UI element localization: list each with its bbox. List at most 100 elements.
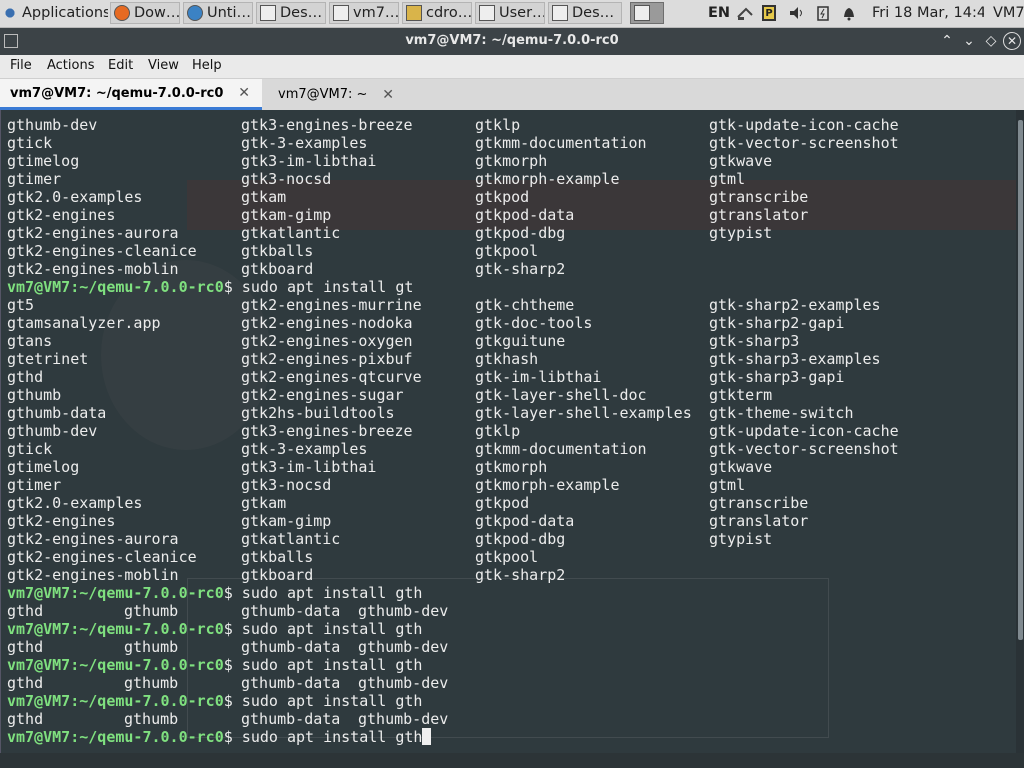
package-name: gtk2-engines-nodoka <box>241 314 413 332</box>
minimize-icon[interactable]: ⌄ <box>960 32 978 50</box>
package-name: gtk2-engines <box>7 206 116 224</box>
package-name: gtkpool <box>475 242 539 260</box>
package-name: gtk-vector-screenshot <box>709 134 899 152</box>
output-line: gtimer gtk3-nocsd gtkmorph-example gtml <box>7 476 745 494</box>
taskbar-button[interactable]: Des… <box>256 2 326 24</box>
package-name: gtkatlantic <box>241 224 341 242</box>
taskbar-button-label: Unti… <box>207 5 252 21</box>
package-name: gthd <box>7 674 44 692</box>
volume-icon[interactable] <box>788 2 808 24</box>
package-name: gtk2-engines-aurora <box>7 530 179 548</box>
terminal-scrollbar[interactable] <box>1016 110 1024 753</box>
battery-icon[interactable] <box>814 2 834 24</box>
output-line: gthumb-data gtk2hs-buildtools gtk-layer-sh… <box>7 404 854 422</box>
output-line: gtimer gtk3-nocsd gtkmorph-example gtml <box>7 170 745 188</box>
package-name: gtetrinet <box>7 350 89 368</box>
shade-icon[interactable]: ◇ <box>982 32 1000 50</box>
package-name: gtkpod <box>475 494 530 512</box>
clock[interactable]: Fri 18 Mar, 14:45 <box>872 2 984 24</box>
taskbar-button[interactable]: Des… <box>548 2 622 24</box>
globe-icon <box>187 5 203 21</box>
taskbar-button[interactable]: Dow… <box>110 2 180 24</box>
package-name: gtranscribe <box>709 188 809 206</box>
prompt-line: vm7@VM7:~/qemu-7.0.0-rc0$ sudo apt insta… <box>7 584 431 602</box>
package-name: gtkpod-dbg <box>475 224 566 242</box>
tab-qemu[interactable]: vm7@VM7: ~/qemu-7.0.0-rc0 ✕ <box>0 79 262 110</box>
package-name: gtkpod-data <box>475 512 575 530</box>
output-line: gtk2-engines-aurora gtkatlantic gtkpod-dbg… <box>7 530 772 548</box>
maximize-up-icon[interactable]: ⌃ <box>938 32 956 50</box>
taskbar-button[interactable]: User… <box>475 2 545 24</box>
package-name: gtk2.0-examples <box>7 494 143 512</box>
package-name: gtk-sharp3 <box>709 332 800 350</box>
package-name: gtk2-engines-sugar <box>241 386 404 404</box>
package-name: gtml <box>709 170 746 188</box>
command-text: $ sudo apt install gt <box>223 278 414 296</box>
terminal-view[interactable]: gthumb-dev gtk3-engines-breeze gtklp gtk-up… <box>0 110 1023 753</box>
applications-menu[interactable]: Applications <box>2 2 108 24</box>
prompt-line: vm7@VM7:~/qemu-7.0.0-rc0$ sudo apt insta… <box>7 692 431 710</box>
package-name: gtk-sharp2-examples <box>709 296 881 314</box>
taskbar-button[interactable]: Unti… <box>183 2 253 24</box>
window-icon <box>260 5 276 21</box>
output-line: gthumb-dev gtk3-engines-breeze gtklp gtk-up… <box>7 422 899 440</box>
output-line: gtimelog gtk3-im-libthai gtkmorph gtkwave <box>7 152 772 170</box>
taskbar-button[interactable] <box>630 2 664 24</box>
package-name: gtkam <box>241 188 287 206</box>
menu-edit[interactable]: Edit <box>108 58 133 73</box>
package-name: gtans <box>7 332 53 350</box>
taskbar-button[interactable]: cdro… <box>402 2 472 24</box>
package-name: gtkmm-documentation <box>475 440 647 458</box>
package-name: gtk-3-examples <box>241 440 368 458</box>
package-name: gtypist <box>709 224 773 242</box>
prompt-line: vm7@VM7:~/qemu-7.0.0-rc0$ sudo apt insta… <box>7 728 432 746</box>
scrollbar-thumb[interactable] <box>1018 120 1023 640</box>
package-name: gt5 <box>7 296 35 314</box>
package-name: gthd <box>7 638 44 656</box>
package-name: gtick <box>7 440 53 458</box>
user-menu[interactable]: VM7 <box>993 2 1024 24</box>
package-name: gthumb <box>124 638 179 656</box>
prompt-line: vm7@VM7:~/qemu-7.0.0-rc0$ sudo apt insta… <box>7 278 431 296</box>
tab-label: vm7@VM7: ~/qemu-7.0.0-rc0 <box>10 85 224 101</box>
menu-help[interactable]: Help <box>192 58 222 73</box>
menu-view[interactable]: View <box>148 58 179 73</box>
close-tab-icon[interactable]: ✕ <box>238 85 250 101</box>
package-name: gtkboard <box>241 566 314 584</box>
shell-prompt: vm7@VM7:~/qemu-7.0.0-rc0 <box>7 728 224 746</box>
package-name: gtk-update-icon-cache <box>709 422 899 440</box>
package-name: gthumb-data <box>241 602 341 620</box>
tab-home[interactable]: vm7@VM7: ~ ✕ <box>268 79 406 110</box>
network-icon[interactable] <box>736 2 756 24</box>
output-line: gthumb-dev gtk3-engines-breeze gtklp gtk-up… <box>7 116 899 134</box>
package-name: gtkmorph <box>475 458 548 476</box>
keyboard-layout[interactable]: EN <box>708 2 732 24</box>
taskbar-button[interactable]: vm7… <box>329 2 399 24</box>
output-line: gtk2-engines-cleanice gtkballs gtkpool <box>7 242 538 260</box>
package-name: gtkwave <box>709 152 773 170</box>
taskbar-button-label: Des… <box>572 5 615 21</box>
notification-bell-icon[interactable] <box>840 2 860 24</box>
clipboard-icon[interactable]: P <box>762 2 782 24</box>
taskbar-button-label: Dow… <box>134 5 179 21</box>
package-name: gtimelog <box>7 458 80 476</box>
package-name: gtamsanalyzer.app <box>7 314 161 332</box>
package-name: gtk-doc-tools <box>475 314 593 332</box>
output-line: gtamsanalyzer.app gtk2-engines-nodoka gtk-… <box>7 314 844 332</box>
package-name: gthumb <box>7 386 62 404</box>
menu-file[interactable]: File <box>10 58 32 73</box>
package-name: gtk2hs-buildtools <box>241 404 395 422</box>
package-name: gtk3-nocsd <box>241 170 332 188</box>
package-name: gtkwave <box>709 458 773 476</box>
terminal-icon <box>333 5 349 21</box>
package-name: gtkhash <box>475 350 539 368</box>
close-window-icon[interactable]: ✕ <box>1003 32 1021 50</box>
close-tab-icon[interactable]: ✕ <box>382 87 394 103</box>
package-name: gtk3-im-libthai <box>241 458 377 476</box>
package-name: gtranscribe <box>709 494 809 512</box>
package-name: gtk-theme-switch <box>709 404 854 422</box>
menu-actions[interactable]: Actions <box>47 58 95 73</box>
taskbar-button-label: cdro… <box>426 5 471 21</box>
window-bottom-edge <box>0 753 1024 768</box>
window-titlebar[interactable]: vm7@VM7: ~/qemu-7.0.0-rc0 ⌃ ⌄ ◇ ✕ <box>0 28 1024 55</box>
